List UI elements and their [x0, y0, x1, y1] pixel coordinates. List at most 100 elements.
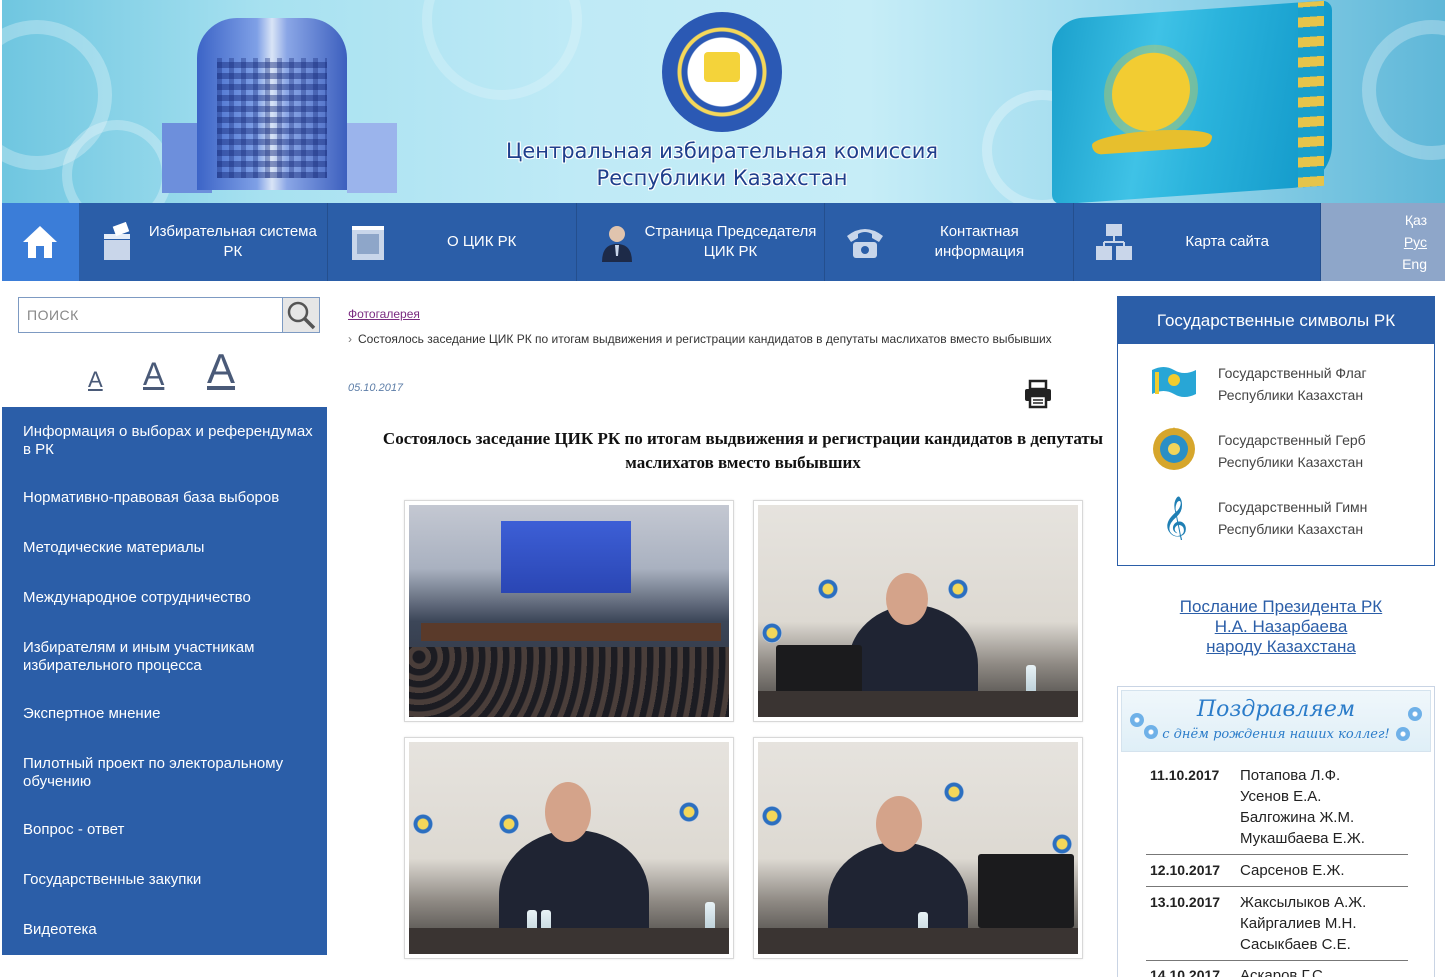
birthday-banner: Поздравляем с днём рождения наших коллег…	[1121, 690, 1431, 752]
building-icon	[348, 222, 388, 262]
birthday-name: Сарсенов Е.Ж.	[1240, 862, 1345, 879]
president-message-line: Послание Президента РК	[1179, 597, 1383, 616]
birthday-entry: 13.10.2017 Жаксылыков А.Ж. Кайргалиев М.…	[1146, 892, 1408, 961]
nav-item-label: Контактная информация	[934, 223, 1025, 260]
search-icon	[287, 301, 316, 330]
birthday-name: Усенов Е.А.	[1240, 788, 1322, 805]
nav-item-contacts[interactable]: Контактная информация	[825, 203, 1075, 281]
nav-item-about-cec[interactable]: О ЦИК РК	[328, 203, 577, 281]
nav-item-sitemap[interactable]: Карта сайта	[1074, 203, 1322, 281]
birthday-date: 13.10.2017	[1150, 894, 1221, 910]
font-size-switcher: A A A	[85, 345, 255, 393]
birthday-name: Мукашбаева Е.Ж.	[1240, 830, 1365, 847]
site-title[interactable]: Центральная избирательная комиссия Респу…	[442, 138, 1002, 192]
president-message-link[interactable]: Послание Президента РК Н.А. Назарбаева н…	[1117, 597, 1445, 657]
nav-item-electoral-system[interactable]: Избирательная система РК	[79, 203, 328, 281]
gallery-photo[interactable]	[404, 500, 734, 722]
home-icon	[23, 226, 58, 258]
site-header: Центральная избирательная комиссия Респу…	[2, 0, 1445, 203]
gallery-photo[interactable]	[404, 737, 734, 959]
sidebar-item-methodical[interactable]: Методические материалы	[23, 539, 323, 557]
state-symbol-label: Государственный Флаг	[1218, 365, 1367, 381]
sidebar-item-international[interactable]: Международное сотрудничество	[23, 589, 323, 607]
nav-item-chairman-page[interactable]: Страница Председателя ЦИК РК	[577, 203, 826, 281]
birthday-entry: 12.10.2017 Сарсенов Е.Ж.	[1146, 860, 1408, 887]
language-rus[interactable]: Рус	[1404, 231, 1427, 253]
president-message-line: Н.А. Назарбаева	[1214, 617, 1348, 636]
birthday-name: Жаксылыков А.Ж.	[1240, 894, 1367, 911]
birthday-name: Кайргалиев М.Н.	[1240, 915, 1357, 932]
nav-item-label: Страница Председателя ЦИК РК	[644, 223, 817, 260]
birthday-name: Сасыкбаев С.Е.	[1240, 936, 1351, 953]
sidebar-item-expert-opinion[interactable]: Экспертное мнение	[23, 705, 323, 723]
sidebar-item-legal-base[interactable]: Нормативно-правовая база выборов	[23, 489, 323, 507]
article-date: 05.10.2017	[348, 382, 404, 394]
sidebar-item-pilot-project[interactable]: Пилотный проект по электоральному обучен…	[23, 755, 323, 791]
state-symbol-label: Государственный Гимн	[1218, 499, 1368, 515]
sitemap-icon	[1094, 222, 1134, 262]
state-symbol-emblem[interactable]: Государственный Герб Республики Казахста…	[1118, 419, 1434, 479]
birthday-date: 12.10.2017	[1150, 862, 1221, 878]
language-switcher: Қаз Рус Eng	[1321, 203, 1446, 281]
article-title: Состоялось заседание ЦИК РК по итогам вы…	[382, 429, 1104, 472]
font-size-small-button[interactable]: A	[88, 367, 103, 393]
birthday-date: 14.10.2017	[1150, 967, 1221, 977]
state-symbol-label: Республики Казахстан	[1218, 387, 1364, 403]
ballot-box-icon	[99, 222, 139, 262]
font-size-large-button[interactable]: A	[207, 345, 235, 393]
search-input[interactable]	[19, 298, 282, 332]
language-eng[interactable]: Eng	[1402, 253, 1427, 275]
cec-emblem-logo[interactable]	[662, 12, 782, 132]
state-emblem-icon	[1153, 427, 1195, 470]
birthday-banner-title: Поздравляем	[1196, 697, 1356, 722]
state-symbols-block: Государственные символы РК Государственн…	[1117, 296, 1435, 566]
site-title-line2: Республики Казахстан	[596, 166, 848, 190]
site-title-line1: Центральная избирательная комиссия	[506, 139, 938, 163]
nav-item-label: Избирательная система РК	[148, 223, 317, 260]
sidebar-item-elections-info[interactable]: Информация о выборах и референдумах в РК	[23, 423, 323, 459]
print-button[interactable]	[1022, 379, 1054, 409]
sidebar-item-faq[interactable]: Вопрос - ответ	[23, 821, 323, 839]
home-button[interactable]	[2, 203, 79, 281]
birthday-names: Потапова Л.Ф. Усенов Е.А. Балгожина Ж.М.…	[1240, 765, 1365, 849]
sidebar-item-voters[interactable]: Избирателям и иным участникам избиратель…	[23, 639, 323, 675]
birthday-name: Потапова Л.Ф.	[1240, 767, 1341, 784]
birthday-entry: 11.10.2017 Потапова Л.Ф. Усенов Е.А. Бал…	[1146, 765, 1408, 855]
state-symbol-anthem[interactable]: 𝄞 Государственный Гимн Республики Казахс…	[1118, 486, 1434, 546]
breadcrumb-gallery-link[interactable]: Фотогалерея	[348, 307, 420, 321]
sidebar-item-video[interactable]: Видеотека	[23, 921, 323, 939]
font-size-medium-button[interactable]: A	[143, 356, 164, 393]
print-icon	[1025, 379, 1051, 409]
kazakhstan-flag-image	[1052, 0, 1332, 203]
state-symbol-flag[interactable]: Государственный Флаг Республики Казахста…	[1118, 352, 1434, 412]
ornament-decoration	[1362, 20, 1445, 160]
president-message-line: народу Казахстана	[1206, 637, 1356, 656]
birthday-name: Аскаров Г.С.	[1240, 967, 1328, 977]
nav-item-label: Карта сайта	[1185, 233, 1269, 250]
birthday-greetings-block: Поздравляем с днём рождения наших коллег…	[1117, 686, 1435, 977]
sidebar-item-procurement[interactable]: Государственные закупки	[23, 871, 323, 889]
language-kaz[interactable]: Қаз	[1405, 209, 1427, 231]
gallery-photo[interactable]	[753, 737, 1083, 959]
chevron-right-icon: ›	[348, 332, 352, 346]
chairman-icon	[597, 222, 637, 262]
search-button[interactable]	[282, 298, 319, 332]
phone-icon	[845, 222, 885, 262]
state-symbol-label: Республики Казахстан	[1218, 521, 1364, 537]
birthday-entry: 14.10.2017 Аскаров Г.С.	[1146, 965, 1408, 977]
main-navigation: Избирательная система РК О ЦИК РК Страни…	[2, 203, 1446, 281]
state-symbol-label: Республики Казахстан	[1218, 454, 1364, 470]
birthday-date: 11.10.2017	[1150, 767, 1220, 783]
sidebar-menu: Информация о выборах и референдумах в РК…	[2, 407, 327, 955]
cec-building-image	[162, 18, 412, 193]
state-symbol-label: Государственный Герб	[1218, 432, 1366, 448]
treble-clef-icon: 𝄞	[1162, 496, 1188, 540]
birthday-names: Жаксылыков А.Ж. Кайргалиев М.Н. Сасыкбае…	[1240, 892, 1366, 955]
birthday-banner-subtitle: с днём рождения наших коллег!	[1162, 727, 1390, 742]
breadcrumb-current-label: Состоялось заседание ЦИК РК по итогам вы…	[358, 332, 1052, 346]
search-box	[18, 297, 320, 333]
birthday-names: Аскаров Г.С.	[1240, 965, 1327, 977]
gallery-photo[interactable]	[753, 500, 1083, 722]
birthday-names: Сарсенов Е.Ж.	[1240, 860, 1344, 881]
ornament-decoration	[422, 0, 582, 100]
